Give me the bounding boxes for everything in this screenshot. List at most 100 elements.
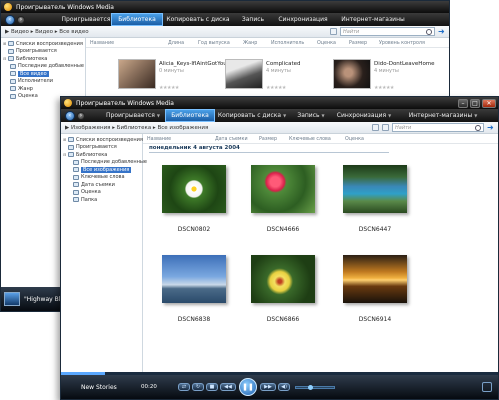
video-title[interactable]: Alicia_Keys-IfIAintGotYou [159,61,227,67]
col-rating[interactable]: Оценка [345,137,375,142]
search-icon[interactable] [475,124,481,131]
back-sidebar-item[interactable]: Жанр [3,85,85,93]
front-tab-sync[interactable]: Синхронизация ▼ [333,109,395,122]
back-tab-library[interactable]: Библиотека [111,13,163,26]
minimize-button[interactable]: – [458,98,468,108]
shuffle-icon[interactable]: ⇄ [178,383,190,391]
search-icon[interactable] [426,28,432,35]
back-arrow-icon[interactable]: ‹ [65,110,75,121]
col-genre[interactable]: Жанр [243,41,271,46]
photo-thumbnail[interactable] [162,165,226,213]
photo-name[interactable]: DSCN6914 [343,316,407,323]
sidebar-label: Папка [81,196,98,203]
front-go-arrow-icon[interactable]: ➜ [487,123,495,132]
volume-icon[interactable]: ◀) [278,383,290,391]
col-year[interactable]: Год выпуска [198,41,243,46]
photo-thumbnail[interactable] [162,255,226,303]
front-sidebar-item[interactable]: Ключевые слова [63,174,142,182]
fullscreen-icon[interactable] [482,382,492,392]
layout-options-icon[interactable] [382,124,389,131]
front-sidebar-item[interactable]: Оценка [63,189,142,197]
back-arrow-icon[interactable]: ‹ [5,14,15,25]
col-keywords[interactable]: Ключевые слова [289,137,345,142]
front-tab-burn[interactable]: Запись ▼ [289,109,333,122]
forward-arrow-icon[interactable]: › [77,111,85,120]
front-search-input[interactable]: Найти [392,123,484,132]
back-sidebar-item[interactable]: Исполнители [3,78,85,86]
next-button[interactable]: ▶▶ [260,383,276,391]
rating-stars-icon[interactable]: ★★★★★ [159,85,179,91]
front-tab-rip[interactable]: Копировать с диска ▼ [215,109,289,122]
tab-dropdown-icon[interactable]: ▼ [157,113,160,118]
photo-thumbnail[interactable] [251,255,315,303]
photo-thumbnail[interactable] [251,165,315,213]
back-sidebar-item-all-video[interactable]: Все видео [3,70,85,78]
photo-name[interactable]: DSCN0802 [162,226,226,233]
video-thumbnail[interactable] [118,59,156,89]
back-breadcrumb[interactable]: ▶ Видео ▸ Видео ▸ Все видео [1,29,330,35]
photo-name[interactable]: DSCN6838 [162,316,226,323]
sidebar-label: Последние добавленные [81,159,147,166]
pause-button[interactable]: ❚❚ [239,378,257,396]
back-sidebar-item[interactable]: Последние добавленные [3,63,85,71]
col-size[interactable]: Размер [259,137,289,142]
photo-name[interactable]: DSCN4666 [251,226,315,233]
front-breadcrumb[interactable]: ▶ Изображения ▸ Библиотека ▸ Все изображ… [61,125,372,131]
previous-button[interactable]: ◀◀ [220,383,236,391]
video-thumbnail[interactable] [333,59,371,89]
tab-dropdown-icon[interactable]: ▼ [322,113,325,118]
tab-dropdown-icon[interactable]: ▼ [283,113,286,118]
col-rating[interactable]: Оценка [317,41,349,46]
volume-handle[interactable] [308,384,313,390]
album-art-icon[interactable] [4,292,20,306]
back-tab-now-playing[interactable]: Проигрывается [61,13,111,26]
col-title[interactable]: Название [86,41,168,46]
back-sidebar-item[interactable]: Проигрывается [3,48,85,56]
rating-stars-icon[interactable]: ★★★★★ [266,85,286,91]
maximize-button[interactable]: □ [470,98,480,108]
front-sidebar-item[interactable]: Проигрывается [63,144,142,152]
back-tab-rip[interactable]: Копировать с диска [163,13,233,26]
seek-bar[interactable] [61,372,498,375]
forward-arrow-icon[interactable]: › [17,15,25,24]
repeat-icon[interactable]: ↻ [192,383,204,391]
col-artist[interactable]: Исполнитель [271,41,317,46]
video-title[interactable]: Complicated [266,61,301,67]
photo-name[interactable]: DSCN6447 [343,226,407,233]
col-date-taken[interactable]: Дата съемки [215,137,259,142]
back-sidebar-item[interactable]: ⊟ Библиотека [3,55,85,63]
front-tab-library[interactable]: Библиотека [165,109,215,122]
front-sidebar-item[interactable]: ⊟ Библиотека [63,151,142,159]
tab-dropdown-icon[interactable]: ▼ [474,113,477,118]
col-size[interactable]: Размер [349,41,379,46]
view-options-icon[interactable] [372,124,379,131]
back-go-arrow-icon[interactable]: ➜ [438,27,446,36]
back-tab-sync[interactable]: Синхронизация [273,13,333,26]
front-sidebar-item-all-pictures[interactable]: Все изображения [63,166,142,174]
date-group-header[interactable]: понедельник 4 августа 2004 [149,145,389,153]
front-sidebar-item[interactable]: ⊞ Списки воспроизведения [63,136,143,144]
tab-dropdown-icon[interactable]: ▼ [388,113,391,118]
rating-stars-icon[interactable]: ★★★★★ [374,85,394,91]
back-tab-burn[interactable]: Запись [233,13,273,26]
video-title[interactable]: Dido-DontLeaveHome [374,61,435,67]
col-title[interactable]: Название [143,137,215,142]
close-button[interactable]: ✕ [482,98,496,108]
video-thumbnail[interactable] [225,59,263,89]
view-options-icon[interactable] [330,28,337,35]
col-parental[interactable]: Уровень контроля [379,41,439,46]
front-tab-now-playing[interactable]: Проигрывается ▼ [101,109,165,122]
front-sidebar-item[interactable]: Папка [63,196,142,204]
photo-thumbnail[interactable] [343,165,407,213]
back-sidebar-item[interactable]: ⊞ Списки воспроизведения [3,40,85,48]
front-sidebar-item[interactable]: Дата съемки [63,181,142,189]
col-length[interactable]: Длина [168,41,198,46]
front-tab-online-stores[interactable]: Интернет-магазины ▼ [395,109,491,122]
back-search-input[interactable]: Найти [340,27,435,36]
photo-name[interactable]: DSCN6866 [251,316,315,323]
front-sidebar-item[interactable]: Последние добавленные [63,159,147,167]
photo-thumbnail[interactable] [343,255,407,303]
back-tab-online-stores[interactable]: Интернет-магазины [333,13,413,26]
stop-button[interactable]: ■ [206,383,218,391]
volume-slider[interactable] [295,384,335,390]
